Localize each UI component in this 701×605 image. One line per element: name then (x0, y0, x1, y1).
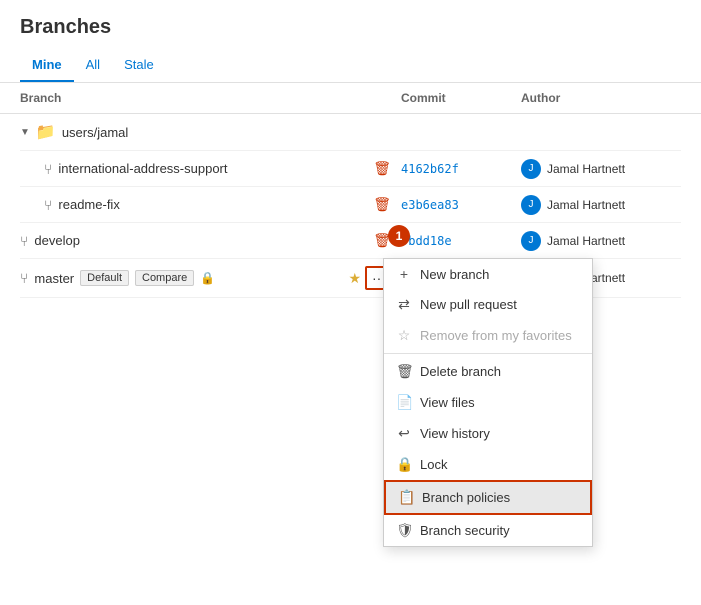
menu-item-label: View history (420, 426, 490, 441)
commit-hash: 9bdd18e (401, 234, 521, 248)
lock-icon: 🔒 (396, 456, 412, 473)
tab-all[interactable]: All (74, 49, 112, 82)
menu-item-label: Branch policies (422, 490, 510, 505)
menu-item-view-history[interactable]: ↩ View history (384, 418, 592, 449)
branch-icon: ⑂ (20, 233, 28, 249)
avatar: J (521, 159, 541, 179)
default-badge: Default (80, 270, 129, 286)
menu-item-lock[interactable]: 🔒 Lock (384, 449, 592, 480)
author-section: J Jamal Hartnett (521, 159, 681, 179)
menu-divider (384, 353, 592, 354)
compare-badge[interactable]: Compare (135, 270, 194, 286)
tab-bar: Mine All Stale (20, 49, 681, 82)
group-header: ▼ 📁 users/jamal (20, 114, 681, 151)
pull-request-icon: ⇄ (396, 296, 412, 313)
branch-row: ⑂ readme-fix 🗑 e3b6ea83 J Jamal Hartnett (20, 187, 681, 223)
view-history-icon: ↩ (396, 425, 412, 442)
menu-item-delete-branch[interactable]: 🗑 Delete branch (384, 356, 592, 387)
menu-item-label: Delete branch (420, 364, 501, 379)
branch-col-header: Branch (20, 91, 401, 105)
delete-icon[interactable]: 🗑 (373, 160, 391, 177)
avatar: J (521, 195, 541, 215)
branch-name: develop (34, 233, 80, 248)
delete-branch-icon: 🗑 (396, 363, 412, 380)
author-section: J Jamal Hartnett (521, 231, 681, 251)
menu-item-branch-policies[interactable]: 📋 Branch policies (384, 480, 592, 515)
menu-item-branch-security[interactable]: 🛡 Branch security (384, 515, 592, 546)
branch-policies-icon: 📋 (398, 489, 414, 506)
author-section: J Jamal Hartnett (521, 195, 681, 215)
lock-icon: 🔒 (200, 271, 215, 285)
branch-name: master (34, 271, 74, 286)
menu-item-label: Lock (420, 457, 447, 472)
branch-name: readme-fix (58, 197, 119, 212)
branch-security-icon: 🛡 (396, 522, 412, 539)
commit-hash: 4162b62f (401, 162, 521, 176)
menu-item-remove-favorites: ☆ Remove from my favorites (384, 320, 592, 351)
branch-row: ⑂ develop 🗑 9bdd18e J Jamal Hartnett (20, 223, 681, 259)
author-col-header: Author (521, 91, 681, 105)
commit-hash: e3b6ea83 (401, 198, 521, 212)
author-name: Jamal Hartnett (547, 234, 625, 248)
master-name-section: ⑂ master Default Compare 🔒 (20, 270, 348, 286)
menu-item-label: New pull request (420, 297, 517, 312)
branches-list: ▼ 📁 users/jamal ⑂ international-address-… (0, 114, 701, 298)
step-1-badge: 1 (388, 225, 410, 247)
branch-name-section: ⑂ develop (20, 233, 373, 249)
page-header: Branches Mine All Stale (0, 0, 701, 83)
branch-name-section: ⑂ readme-fix (44, 197, 373, 213)
menu-item-label: Branch security (420, 523, 510, 538)
tab-stale[interactable]: Stale (112, 49, 166, 82)
menu-item-new-pr[interactable]: ⇄ New pull request (384, 289, 592, 320)
menu-item-label: Remove from my favorites (420, 328, 572, 343)
table-header: Branch Commit Author (0, 83, 701, 114)
chevron-icon: ▼ (20, 127, 30, 138)
page-title: Branches (20, 16, 681, 39)
star-icon[interactable]: ★ (348, 270, 361, 287)
branch-name-section: ⑂ international-address-support (44, 161, 373, 177)
branches-page: Branches Mine All Stale Branch Commit Au… (0, 0, 701, 605)
menu-item-new-branch[interactable]: + New branch (384, 259, 592, 289)
new-branch-icon: + (396, 266, 412, 282)
group-name: users/jamal (62, 125, 128, 140)
branch-row: ⑂ international-address-support 🗑 4162b6… (20, 151, 681, 187)
star-icon: ☆ (396, 327, 412, 344)
branch-name: international-address-support (58, 161, 227, 176)
branch-icon: ⑂ (20, 270, 28, 286)
folder-icon: 📁 (36, 122, 56, 142)
author-name: Jamal Hartnett (547, 198, 625, 212)
menu-item-label: New branch (420, 267, 489, 282)
author-name: Jamal Hartnett (547, 162, 625, 176)
delete-icon[interactable]: 🗑 (373, 196, 391, 213)
menu-item-label: View files (420, 395, 475, 410)
menu-item-view-files[interactable]: 📄 View files (384, 387, 592, 418)
view-files-icon: 📄 (396, 394, 412, 411)
tab-mine[interactable]: Mine (20, 49, 74, 82)
branch-icon: ⑂ (44, 197, 52, 213)
branch-icon: ⑂ (44, 161, 52, 177)
commit-col-header: Commit (401, 91, 521, 105)
context-menu: + New branch ⇄ New pull request ☆ Remove… (383, 258, 593, 547)
avatar: J (521, 231, 541, 251)
